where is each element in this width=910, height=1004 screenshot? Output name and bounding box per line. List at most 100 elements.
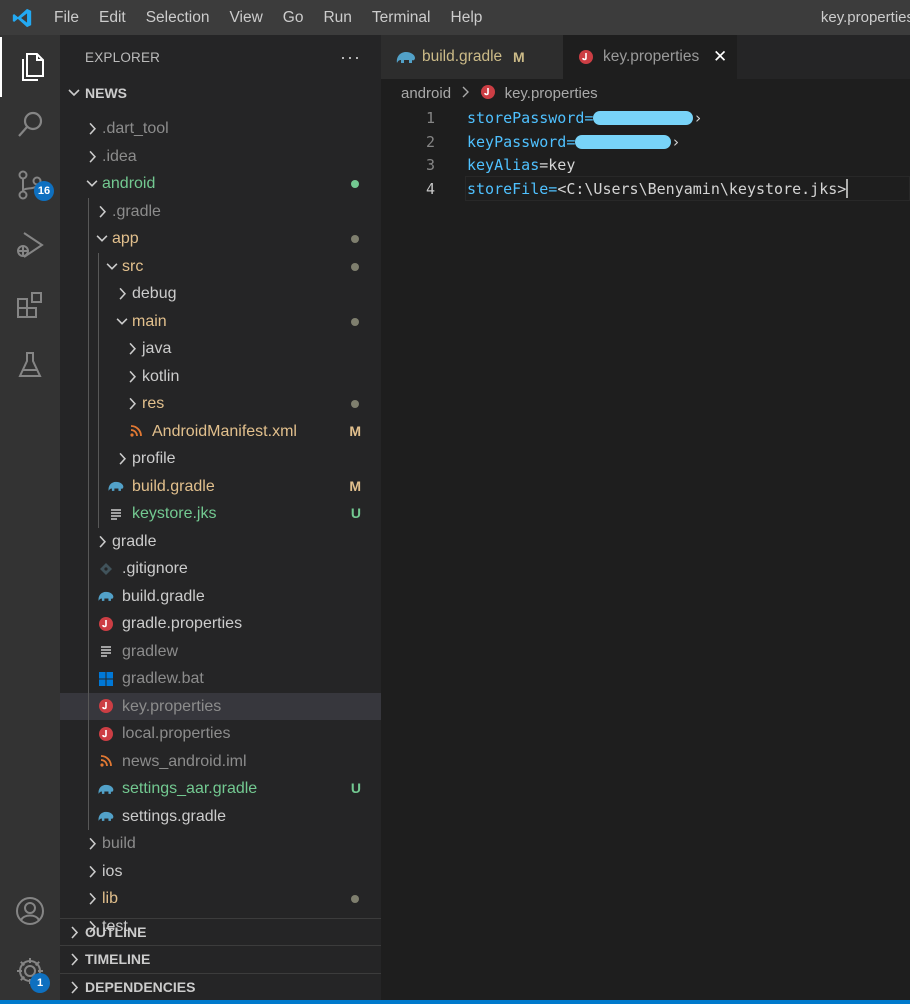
- tree-folder[interactable]: main: [60, 308, 381, 336]
- extensions-button[interactable]: [0, 275, 60, 335]
- tree-folder[interactable]: kotlin: [60, 363, 381, 391]
- tree-folder[interactable]: java: [60, 335, 381, 363]
- manage-button[interactable]: 1: [0, 941, 60, 1001]
- workspace-root[interactable]: NEWS: [60, 80, 381, 107]
- menu-terminal[interactable]: Terminal: [362, 0, 441, 35]
- tree-item-label: .idea: [102, 147, 137, 165]
- outline-section[interactable]: OUTLINE: [60, 918, 381, 945]
- tree-item-label: android: [102, 175, 156, 192]
- redacted-value: [593, 111, 694, 125]
- chevron-right-icon: [99, 535, 107, 548]
- tree-file[interactable]: keystore.jks U: [60, 500, 381, 528]
- git-status-dot: [351, 235, 359, 243]
- accounts-button[interactable]: [0, 881, 60, 941]
- menu-edit[interactable]: Edit: [89, 0, 136, 35]
- tab-build-gradle-label: build.gradle: [422, 48, 503, 65]
- tree-file[interactable]: gradlew.bat: [60, 665, 381, 693]
- explorer-more-actions[interactable]: ···: [340, 47, 361, 68]
- outline-label: OUTLINE: [85, 924, 147, 940]
- tree-folder[interactable]: gradle: [60, 528, 381, 556]
- tab-key-properties[interactable]: key.properties ✕: [563, 35, 737, 79]
- tree-item-label: ios: [102, 862, 123, 880]
- redacted-value: [575, 135, 672, 149]
- tree-folder[interactable]: android: [60, 170, 381, 198]
- code-line[interactable]: 3 keyAlias=key: [381, 154, 910, 178]
- timeline-section[interactable]: TIMELINE: [60, 945, 381, 972]
- tree-item-label: settings_aar.gradle: [122, 780, 258, 797]
- tree-file[interactable]: local.properties: [60, 720, 381, 748]
- chevron-right-icon: [71, 981, 79, 994]
- tree-folder[interactable]: .gradle: [60, 198, 381, 226]
- indent-guide: [98, 252, 99, 528]
- tree-file[interactable]: build.gradle: [60, 583, 381, 611]
- search-button[interactable]: [0, 95, 60, 155]
- property-key: storePassword: [467, 109, 585, 127]
- tree-file[interactable]: build.gradle M: [60, 473, 381, 501]
- tab-close-button[interactable]: ✕: [713, 35, 727, 79]
- tree-file[interactable]: gradle.properties: [60, 610, 381, 638]
- testing-button[interactable]: [0, 335, 60, 395]
- breadcrumb-folder[interactable]: android: [401, 85, 451, 102]
- chevron-right-icon: [119, 287, 127, 300]
- tree-folder[interactable]: ios: [60, 858, 381, 886]
- code-line[interactable]: 2 keyPassword= ›: [381, 131, 910, 155]
- tree-folder[interactable]: .idea: [60, 143, 381, 171]
- tree-file[interactable]: gradlew: [60, 638, 381, 666]
- tree-file[interactable]: AndroidManifest.xml M: [60, 418, 381, 446]
- chevron-right-icon: [71, 953, 79, 966]
- gradle-elephant-icon: [396, 52, 415, 63]
- menu-view[interactable]: View: [219, 0, 272, 35]
- menu-file[interactable]: File: [44, 0, 89, 35]
- java-icon: [97, 610, 115, 638]
- files-icon: [22, 53, 44, 81]
- explorer-sidebar: EXPLORER ··· NEWS .dart_tool .idea android…: [60, 35, 381, 1004]
- tab-build-gradle[interactable]: build.gradle M: [381, 35, 563, 79]
- tree-folder[interactable]: profile: [60, 445, 381, 473]
- gradle-elephant-icon: [107, 473, 125, 501]
- tree-folder[interactable]: app: [60, 225, 381, 253]
- tree-folder[interactable]: .dart_tool: [60, 115, 381, 143]
- equals-sign: =: [539, 156, 549, 174]
- tree-item-label: AndroidManifest.xml: [152, 422, 297, 440]
- tree-item-label: gradle: [112, 532, 157, 550]
- code-line[interactable]: 1 storePassword= ›: [381, 107, 910, 131]
- tree-folder[interactable]: lib: [60, 885, 381, 913]
- timeline-label: TIMELINE: [85, 951, 151, 967]
- tree-file[interactable]: key.properties: [60, 692, 381, 720]
- menu-selection[interactable]: Selection: [136, 0, 220, 35]
- tree-folder[interactable]: src: [60, 253, 381, 281]
- source-control-button[interactable]: 16: [0, 155, 60, 215]
- breadcrumb-file[interactable]: key.properties: [505, 85, 598, 102]
- tree-folder[interactable]: build: [60, 830, 381, 858]
- git-status-dot: [351, 262, 359, 271]
- breadcrumb: android key.properties: [381, 79, 910, 109]
- tab-modified-badge: M: [513, 49, 525, 65]
- menu-go[interactable]: Go: [273, 0, 314, 35]
- tree-file[interactable]: .gitignore: [60, 555, 381, 583]
- chevron-right-icon: [129, 397, 137, 410]
- tree-file[interactable]: settings_aar.gradle U: [60, 775, 381, 803]
- tree-file[interactable]: news_android.iml: [60, 748, 381, 776]
- tree-folder[interactable]: res: [60, 390, 381, 418]
- java-icon: [97, 720, 115, 748]
- activity-bar: 16 1: [0, 35, 60, 1004]
- run-debug-button[interactable]: [0, 215, 60, 275]
- git-status-badge: U: [350, 780, 361, 796]
- tree-file[interactable]: settings.gradle: [60, 803, 381, 831]
- property-value: key: [548, 156, 576, 174]
- menu-run[interactable]: Run: [313, 0, 361, 35]
- explorer-button[interactable]: [0, 37, 60, 97]
- chevron-down-icon: [116, 317, 128, 325]
- gradle-elephant-icon: [97, 803, 115, 831]
- dependencies-section[interactable]: DEPENDENCIES: [60, 973, 381, 1000]
- tree-folder[interactable]: debug: [60, 280, 381, 308]
- menu-help[interactable]: Help: [441, 0, 493, 35]
- search-icon: [18, 111, 43, 137]
- chevron-right-icon: [99, 205, 107, 218]
- tab-key-properties-label: key.properties: [603, 48, 700, 65]
- line-number: 1: [425, 109, 435, 127]
- indent-guide: [88, 197, 89, 830]
- tree-item-label: profile: [132, 450, 176, 467]
- code-line[interactable]: 4 storeFile=<C:\Users\Benyamin\keystore.…: [381, 178, 910, 202]
- tree-item-label: .gitignore: [122, 560, 188, 577]
